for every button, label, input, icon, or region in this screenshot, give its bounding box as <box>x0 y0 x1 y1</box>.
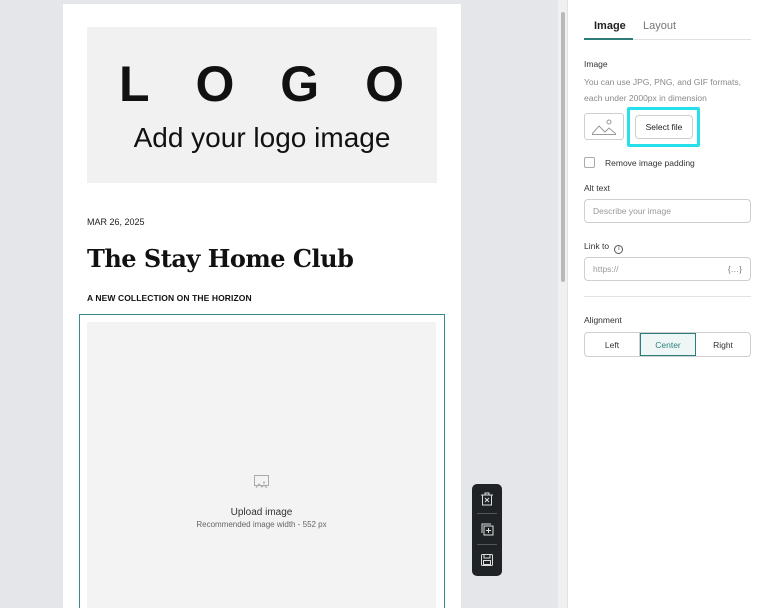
duplicate-icon[interactable] <box>478 520 496 538</box>
toolbar-divider <box>477 513 497 514</box>
tab-active-indicator <box>584 38 633 40</box>
alignment-label: Alignment <box>584 315 622 325</box>
image-placeholder[interactable]: Upload image Recommended image width - 5… <box>87 322 436 608</box>
post-subtitle[interactable]: A NEW COLLECTION ON THE HORIZON <box>87 293 252 303</box>
image-format-helper: You can use JPG, PNG, and GIF formats, e… <box>584 77 742 103</box>
logo-block[interactable]: L O G O Add your logo image <box>87 27 437 183</box>
alt-text-input[interactable]: Describe your image <box>584 199 751 223</box>
logo-letters: L O G O <box>87 55 437 113</box>
upload-image-hint: Recommended image width - 552 px <box>196 520 327 529</box>
link-url-placeholder: https:// <box>593 264 619 274</box>
toolbar-divider <box>477 544 497 545</box>
align-left-button[interactable]: Left <box>585 333 640 356</box>
save-icon[interactable] <box>478 551 496 569</box>
image-icon <box>254 475 269 489</box>
logo-letter: O <box>195 56 235 112</box>
post-date[interactable]: MAR 26, 2025 <box>87 217 145 227</box>
tab-image[interactable]: Image <box>594 20 626 32</box>
canvas-scrollbar-thumb[interactable] <box>561 12 565 282</box>
image-block-selected[interactable]: Upload image Recommended image width - 5… <box>79 314 445 608</box>
align-center-button[interactable]: Center <box>640 333 696 356</box>
logo-letter: G <box>280 56 320 112</box>
tab-layout[interactable]: Layout <box>643 20 676 32</box>
block-toolbar <box>472 484 502 576</box>
panel-tabs: Image Layout <box>584 0 751 40</box>
variable-icon[interactable]: {…} <box>728 264 742 274</box>
properties-panel: Image Layout Image You can use JPG, PNG,… <box>567 0 768 608</box>
link-to-label: Link to i <box>584 241 624 254</box>
panel-divider <box>584 296 751 297</box>
link-to-text: Link to <box>584 241 610 251</box>
alignment-control: Left Center Right <box>584 332 751 357</box>
remove-padding-label[interactable]: Remove image padding <box>605 158 695 168</box>
delete-icon[interactable] <box>478 490 496 508</box>
alt-text-label: Alt text <box>584 183 610 193</box>
upload-image-label: Upload image <box>230 507 293 518</box>
remove-padding-checkbox[interactable] <box>584 157 595 168</box>
info-icon[interactable]: i <box>614 245 624 254</box>
image-section-label: Image <box>584 59 608 69</box>
email-body: L O G O Add your logo image MAR 26, 2025… <box>63 4 461 608</box>
link-to-input[interactable]: https:// {…} <box>584 257 751 281</box>
align-right-button[interactable]: Right <box>696 333 750 356</box>
post-title[interactable]: The Stay Home Club <box>87 244 354 273</box>
image-thumbnail <box>584 113 624 140</box>
select-file-button[interactable]: Select file <box>635 115 693 139</box>
logo-letter: O <box>365 56 404 112</box>
image-icon <box>591 119 617 135</box>
logo-letter: L <box>119 56 150 112</box>
logo-subtitle: Add your logo image <box>133 122 391 153</box>
